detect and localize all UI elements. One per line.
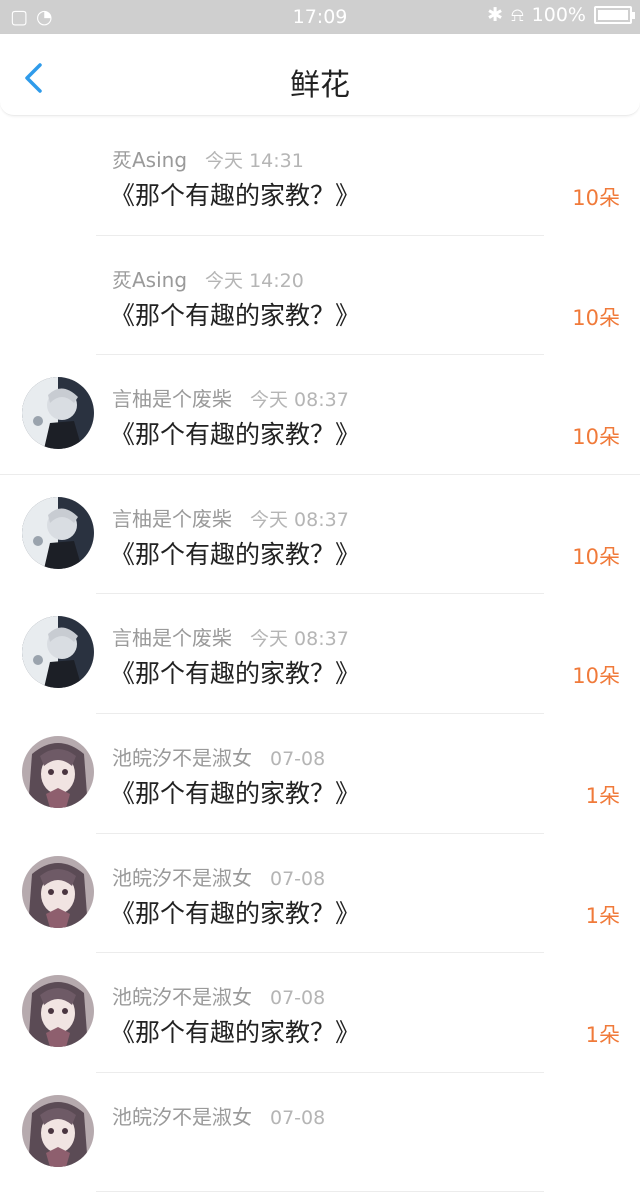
item-meta: 言柚是个废柴 今天 08:37 [112,503,349,532]
user-name[interactable]: 言柚是个废柴 [112,387,232,411]
avatar[interactable] [22,735,94,808]
item-meta: 烎Asing 今天 14:31 [112,144,304,173]
list-item[interactable]: 池皖汐不是淑女 07-08 《那个有趣的家教？》 1朵 [0,834,640,954]
status-bar: ▢ ◔ 17:09 ✱ ⍾ 100% [0,0,640,34]
flower-list: 烎Asing 今天 14:31 《那个有趣的家教？》 10朵 烎Asing 今天 14:2… [0,116,640,1192]
book-title[interactable]: 《那个有趣的家教？》 [110,774,360,810]
avatar[interactable] [22,377,94,450]
battery-icon [594,6,635,24]
list-item[interactable]: 池皖汐不是淑女 07-08 [0,1073,640,1192]
item-time: 今天 08:37 [250,628,349,651]
user-name[interactable]: 池皖汐不是淑女 [112,746,252,770]
list-item[interactable]: 池皖汐不是淑女 07-08 《那个有趣的家教？》 1朵 [0,714,640,834]
book-title[interactable]: 《那个有趣的家教？》 [110,1013,360,1049]
list-item[interactable]: 烎Asing 今天 14:31 《那个有趣的家教？》 10朵 [0,116,640,236]
flower-count: 10朵 [572,425,620,450]
user-name[interactable]: 烎Asing [112,268,187,292]
item-meta: 池皖汐不是淑女 07-08 [112,1101,325,1130]
book-title[interactable]: 《那个有趣的家教？》 [110,415,360,451]
avatar[interactable] [22,975,94,1048]
item-meta: 池皖汐不是淑女 07-08 [112,742,325,771]
book-title[interactable]: 《那个有趣的家教？》 [110,654,360,690]
item-time: 今天 08:37 [250,508,349,531]
user-name[interactable]: 言柚是个废柴 [112,507,232,531]
book-title[interactable]: 《那个有趣的家教？》 [110,535,360,571]
flower-count: 10朵 [572,544,620,569]
list-item[interactable]: 言柚是个废柴 今天 08:37 《那个有趣的家教？》 10朵 [0,475,640,595]
avatar[interactable] [22,1094,94,1167]
flower-count: 10朵 [572,305,620,330]
flower-count: 1朵 [585,783,620,808]
item-time: 今天 14:31 [205,150,304,172]
book-title[interactable]: 《那个有趣的家教？》 [110,296,360,332]
battery-text: 100% [531,4,586,26]
item-time: 今天 08:37 [250,389,349,412]
flower-count: 1朵 [585,903,620,928]
status-right: ✱ ⍾ 100% [487,4,635,26]
nav-header: 鲜花 [0,34,640,116]
item-time: 07-08 [270,1106,326,1129]
avatar[interactable] [22,496,94,569]
flower-count: 10朵 [572,664,620,689]
page-title: 鲜花 [290,68,350,103]
user-name[interactable]: 池皖汐不是淑女 [112,866,252,890]
item-time: 今天 14:20 [205,269,304,292]
item-meta: 言柚是个废柴 今天 08:37 [112,383,349,412]
list-item[interactable]: 言柚是个废柴 今天 08:37 《那个有趣的家教？》 10朵 [0,594,640,714]
item-meta: 言柚是个废柴 今天 08:37 [112,622,349,651]
list-item[interactable]: 言柚是个废柴 今天 08:37 《那个有趣的家教？》 10朵 [0,355,640,475]
user-name[interactable]: 烎Asing [112,148,187,172]
avatar[interactable] [22,616,94,689]
item-time: 07-08 [270,987,326,1010]
list-item[interactable]: 烎Asing 今天 14:20 《那个有趣的家教？》 10朵 [0,236,640,356]
list-item[interactable]: 池皖汐不是淑女 07-08 《那个有趣的家教？》 1朵 [0,953,640,1073]
item-meta: 池皖汐不是淑女 07-08 [112,981,325,1010]
avatar[interactable] [22,855,94,928]
item-meta: 烎Asing 今天 14:20 [112,264,304,293]
book-title[interactable]: 《那个有趣的家教？》 [110,894,360,930]
item-time: 07-08 [270,867,326,890]
flower-count: 10朵 [572,186,620,210]
user-name[interactable]: 言柚是个废柴 [112,626,232,650]
user-name[interactable]: 池皖汐不是淑女 [112,985,252,1009]
mute-bell-icon: ⍾ [511,4,524,26]
flower-count: 1朵 [585,1023,620,1048]
user-name[interactable]: 池皖汐不是淑女 [112,1105,252,1129]
bluetooth-icon: ✱ [487,4,504,26]
item-meta: 池皖汐不是淑女 07-08 [112,862,325,891]
book-title[interactable]: 《那个有趣的家教？》 [110,176,360,212]
item-time: 07-08 [270,747,326,770]
